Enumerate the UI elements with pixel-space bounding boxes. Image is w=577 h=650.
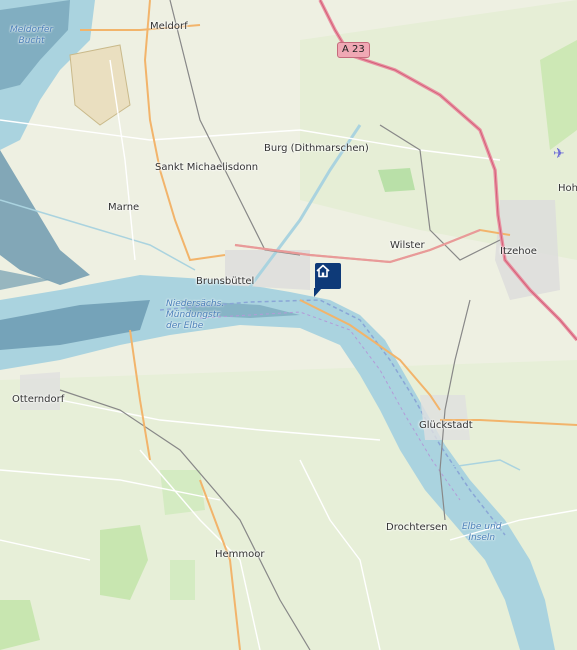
place-label-marne: Marne	[108, 202, 140, 213]
water-label-elbe-mouth: Niedersächs. Mündungstr der Elbe	[166, 299, 225, 331]
place-label-brunsbuettel: Brunsbüttel	[196, 276, 255, 287]
place-label-hemmoor: Hemmoor	[215, 549, 265, 560]
place-label-meldorf: Meldorf	[150, 21, 188, 32]
airplane-icon: ✈	[553, 146, 565, 162]
water-label-elbe-inseln: Elbe und Inseln	[462, 522, 502, 543]
location-marker[interactable]	[315, 263, 341, 289]
water-label-meldorfer-bucht: Meldorfer Bucht	[10, 25, 54, 46]
place-label-burg: Burg (Dithmarschen)	[264, 143, 369, 154]
location-marker-pointer	[314, 288, 322, 297]
map-canvas[interactable]: ✈ A 23 Meldorfer Bucht Niedersächs. Münd…	[0, 0, 577, 650]
place-label-drochtersen: Drochtersen	[386, 522, 448, 533]
place-label-wilster: Wilster	[390, 240, 425, 251]
place-label-otterndorf: Otterndorf	[12, 394, 65, 405]
place-label-hoh: Hoh	[558, 183, 577, 194]
place-label-sankt-michaelisdonn: Sankt Michaelisdonn	[155, 162, 259, 173]
map-tiles	[0, 0, 577, 650]
place-label-itzehoe: Itzehoe	[500, 246, 537, 257]
road-shield-a23: A 23	[337, 42, 370, 58]
place-label-glueckstadt: Glückstadt	[419, 420, 473, 431]
